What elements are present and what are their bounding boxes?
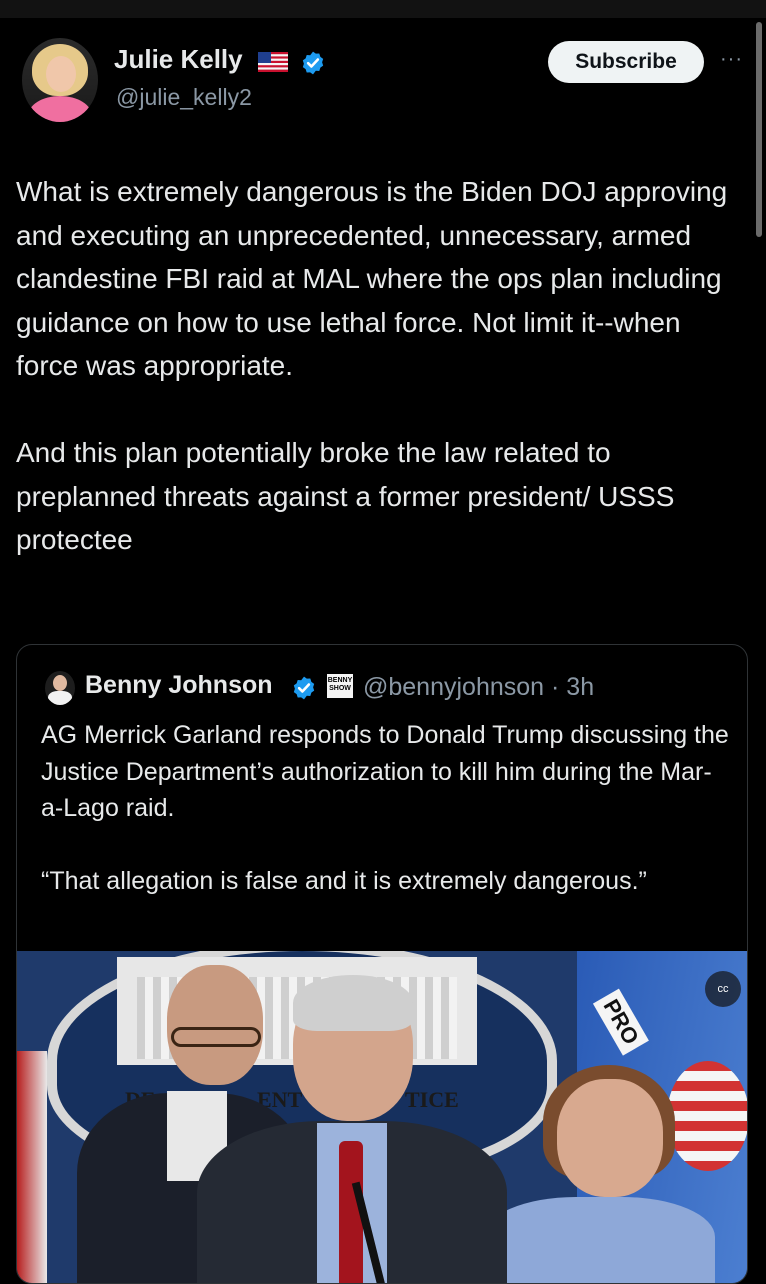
- quoted-paragraph: “That allegation is false and it is extr…: [41, 867, 647, 895]
- verified-badge-icon: [293, 676, 315, 700]
- seal-text: TICE: [405, 1087, 459, 1112]
- more-options-icon[interactable]: ···: [720, 48, 743, 71]
- speaker-hair: [293, 975, 413, 1031]
- quoted-avatar-face: [53, 675, 67, 691]
- verified-badge-icon: [302, 51, 324, 75]
- author-avatar[interactable]: [22, 38, 98, 122]
- quoted-paragraph: AG Merrick Garland responds to Donald Tr…: [41, 721, 729, 822]
- person-left-glasses: [171, 1027, 261, 1047]
- author-name[interactable]: Julie Kelly: [114, 44, 243, 75]
- scrollbar[interactable]: [756, 22, 762, 237]
- quoted-post[interactable]: Benny Johnson BENNY SHOW @bennyjohnson ·…: [16, 644, 748, 1284]
- status-strip: [0, 0, 766, 18]
- avatar-body: [28, 96, 92, 122]
- person-left-head: [167, 965, 263, 1085]
- affiliate-badge-icon: BENNY SHOW: [327, 674, 353, 698]
- quoted-text: AG Merrick Garland responds to Donald Tr…: [41, 717, 731, 900]
- flag-emblem: [667, 1061, 747, 1171]
- subscribe-button[interactable]: Subscribe: [548, 41, 704, 83]
- us-flag-icon: [258, 52, 288, 72]
- quoted-handle-time[interactable]: @bennyjohnson · 3h: [363, 673, 594, 702]
- quoted-author-name[interactable]: Benny Johnson: [85, 671, 273, 700]
- person-right-head: [557, 1079, 663, 1197]
- avatar-face: [46, 56, 76, 92]
- author-handle[interactable]: @julie_kelly2: [116, 84, 252, 111]
- post-text: What is extremely dangerous is the Biden…: [16, 170, 736, 562]
- person-right: [483, 1197, 715, 1283]
- captions-icon[interactable]: cc: [705, 971, 741, 1007]
- us-flag: [17, 1051, 47, 1283]
- post-paragraph: And this plan potentially broke the law …: [16, 437, 675, 555]
- post-paragraph: What is extremely dangerous is the Biden…: [16, 176, 728, 381]
- quoted-avatar-shirt: [48, 691, 72, 705]
- quoted-media-image[interactable]: DE ENT TICE PRO cc: [17, 951, 747, 1283]
- quoted-author-avatar[interactable]: [45, 671, 75, 705]
